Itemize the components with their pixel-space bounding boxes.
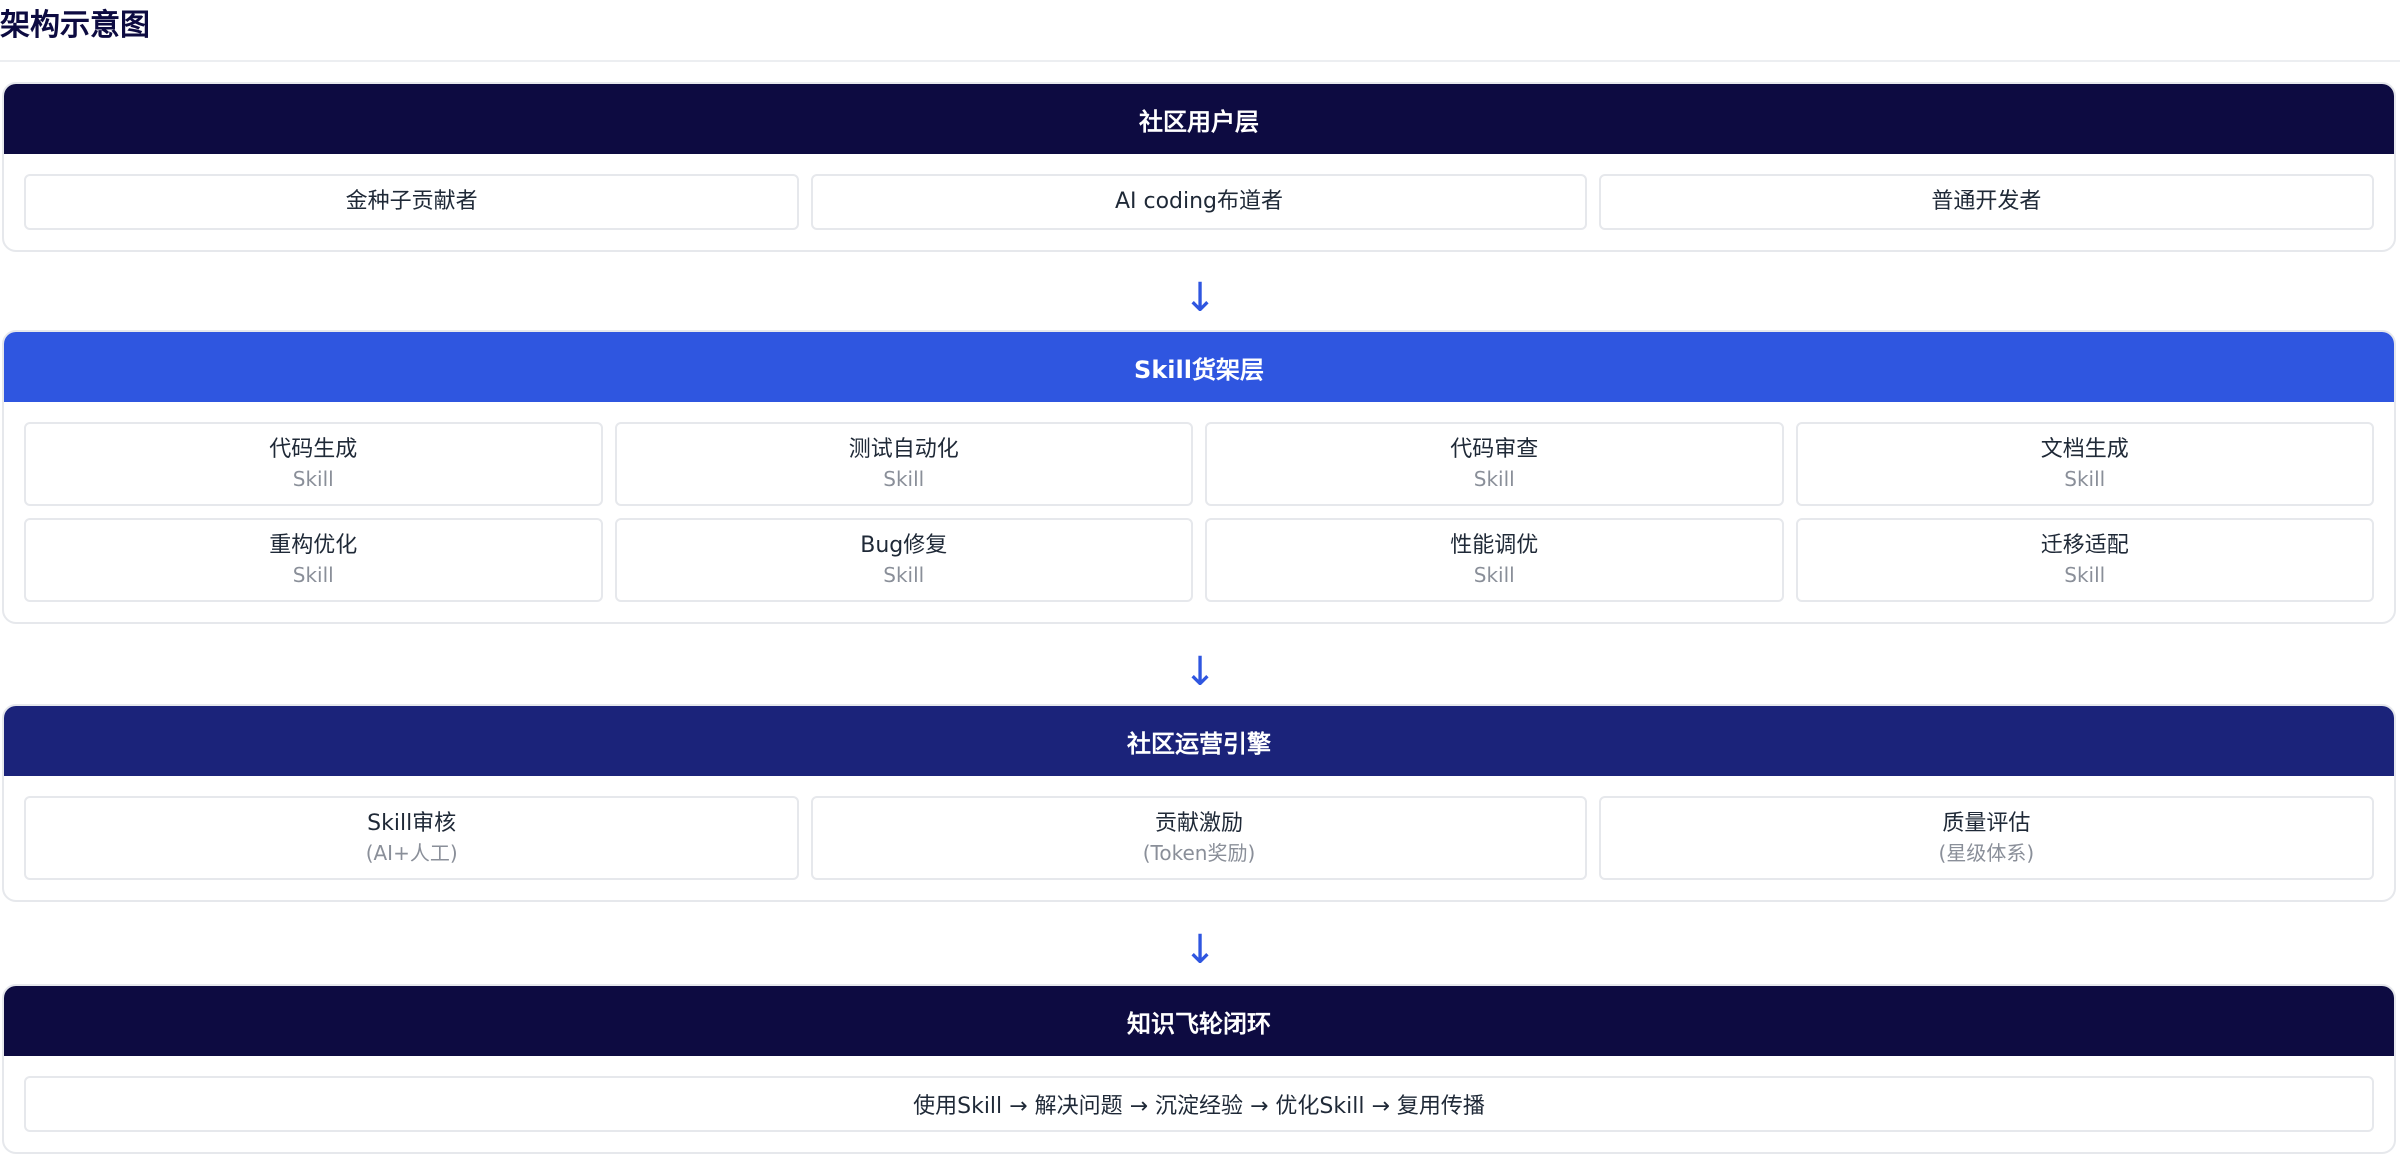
ops-card-quality: 质量评估 (星级体系) [1598,796,2374,880]
card-title: 贡献激励 [1154,811,1243,836]
user-card-developer: 普通开发者 [1598,174,2374,230]
skill-card: 性能调优 Skill [1205,518,1784,602]
skill-card: 测试自动化 Skill [614,422,1193,506]
ops-card-review: Skill审核 (AI+人工) [24,796,800,880]
ops-layer: 社区运营引擎 Skill审核 (AI+人工) 贡献激励 (Token奖励) 质量… [2,704,2396,902]
card-tag: Skill [2064,467,2106,491]
card-title: 代码生成 [269,437,358,462]
loop-layer-body: 使用Skill → 解决问题 → 沉淀经验 → 优化Skill → 复用传播 [4,1056,2394,1152]
user-layer: 社区用户层 金种子贡献者 AI coding布道者 普通开发者 [2,82,2396,252]
card-title: 测试自动化 [848,437,959,462]
card-title: 性能调优 [1450,533,1539,558]
skill-layer-header: Skill货架层 [4,332,2394,402]
card-title: 质量评估 [1942,811,2031,836]
loop-layer-header: 知识飞轮闭环 [4,986,2394,1056]
card-tag: Skill [883,563,925,587]
flywheel-flow-text: 使用Skill → 解决问题 → 沉淀经验 → 优化Skill → 复用传播 [913,1094,1485,1119]
skill-card: 文档生成 Skill [1795,422,2374,506]
skill-layer-body: 代码生成 Skill 测试自动化 Skill 代码审查 Skill 文档生成 S… [4,402,2394,622]
skill-card: 代码审查 Skill [1205,422,1784,506]
user-layer-header: 社区用户层 [4,84,2394,154]
card-tag: Skill [1473,563,1515,587]
down-arrow-icon: ↓ [1183,649,1217,695]
skill-card: 迁移适配 Skill [1795,518,2374,602]
card-title: AI coding布道者 [1114,189,1284,214]
card-note: (星级体系) [1938,841,2035,865]
page-title: 架构示意图 [0,8,150,43]
loop-layer: 知识飞轮闭环 使用Skill → 解决问题 → 沉淀经验 → 优化Skill →… [2,984,2396,1154]
card-title: Bug修复 [860,533,948,558]
skill-card: Bug修复 Skill [614,518,1193,602]
card-title: Skill审核 [367,811,457,836]
card-tag: Skill [1473,467,1515,491]
card-title: 代码审查 [1450,437,1539,462]
card-tag: Skill [2064,563,2106,587]
card-tag: Skill [292,563,334,587]
card-title: 重构优化 [269,533,358,558]
down-arrow-icon: ↓ [1183,927,1217,973]
card-tag: Skill [883,467,925,491]
skill-layer: Skill货架层 代码生成 Skill 测试自动化 Skill 代码审查 Ski… [2,330,2396,624]
card-note: (AI+人工) [365,841,458,865]
card-title: 迁移适配 [2040,533,2129,558]
skill-card: 代码生成 Skill [24,422,603,506]
down-arrow-icon: ↓ [1183,275,1217,321]
flywheel-flow-card: 使用Skill → 解决问题 → 沉淀经验 → 优化Skill → 复用传播 [24,1076,2374,1132]
card-title: 金种子贡献者 [345,189,478,214]
card-title: 文档生成 [2040,437,2129,462]
architecture-diagram: 架构示意图 社区用户层 金种子贡献者 AI coding布道者 普通开发者 ↓ … [0,0,2400,1154]
card-note: (Token奖励) [1142,841,1256,865]
ops-card-incentive: 贡献激励 (Token奖励) [811,796,1587,880]
ops-layer-header: 社区运营引擎 [4,706,2394,776]
user-card-gold-seed: 金种子贡献者 [24,174,800,230]
user-card-ai-evangelist: AI coding布道者 [811,174,1587,230]
ops-layer-body: Skill审核 (AI+人工) 贡献激励 (Token奖励) 质量评估 (星级体… [4,776,2394,900]
card-title: 普通开发者 [1931,189,2042,214]
user-layer-body: 金种子贡献者 AI coding布道者 普通开发者 [4,154,2394,250]
card-tag: Skill [292,467,334,491]
title-divider [0,60,2400,62]
skill-card: 重构优化 Skill [24,518,603,602]
